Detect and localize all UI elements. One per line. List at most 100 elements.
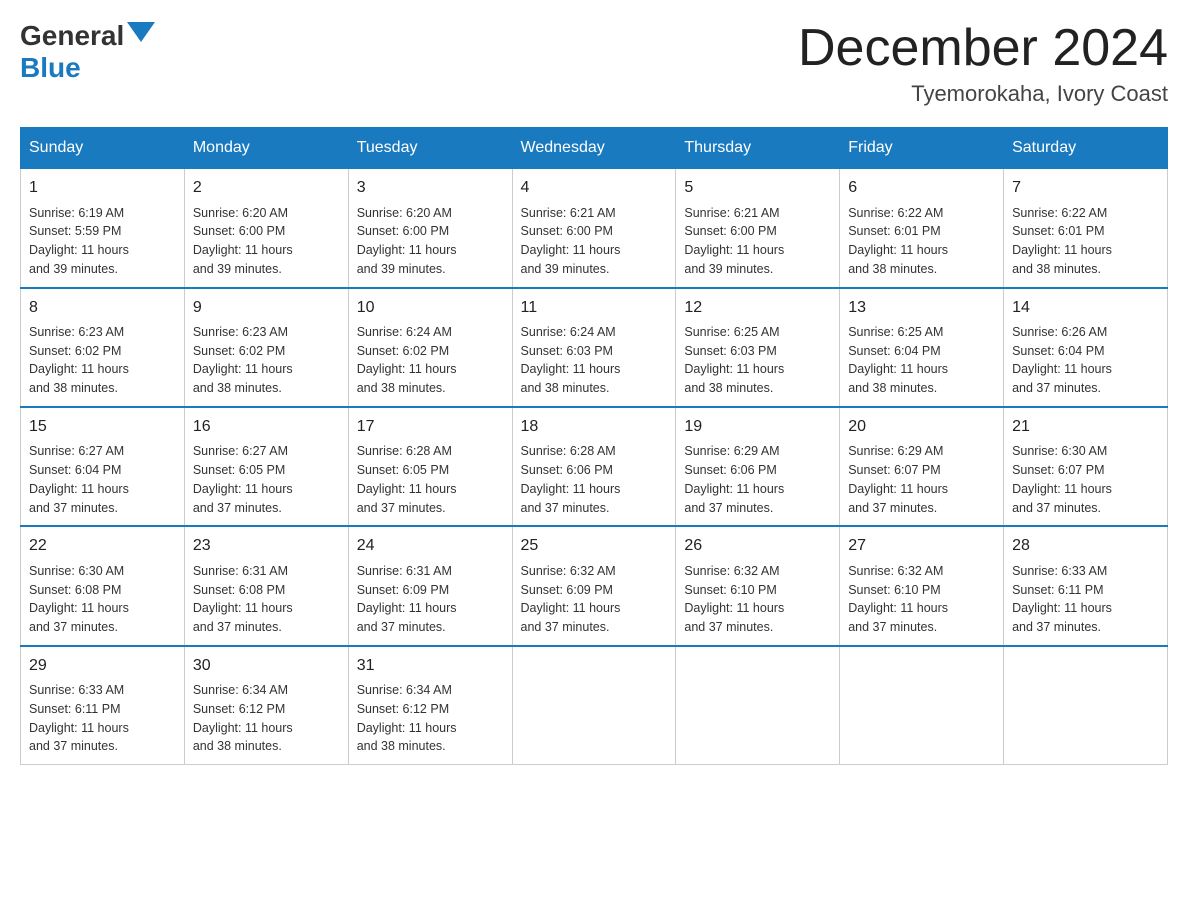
day-number: 5 <box>684 177 831 199</box>
day-number: 25 <box>521 535 668 557</box>
day-number: 23 <box>193 535 340 557</box>
day-info: Sunrise: 6:25 AMSunset: 6:04 PMDaylight:… <box>848 323 995 398</box>
day-info: Sunrise: 6:21 AMSunset: 6:00 PMDaylight:… <box>521 204 668 279</box>
day-number: 19 <box>684 416 831 438</box>
logo-arrow-icon <box>127 22 155 42</box>
calendar-cell: 21Sunrise: 6:30 AMSunset: 6:07 PMDayligh… <box>1004 407 1168 526</box>
day-info: Sunrise: 6:19 AMSunset: 5:59 PMDaylight:… <box>29 204 176 279</box>
day-number: 28 <box>1012 535 1159 557</box>
day-number: 31 <box>357 655 504 677</box>
day-info: Sunrise: 6:29 AMSunset: 6:06 PMDaylight:… <box>684 442 831 517</box>
calendar-cell: 27 Sunrise: 6:32 AMSunset: 6:10 PMDayligh… <box>840 526 1004 645</box>
day-info: Sunrise: 6:32 AMSunset: 6:10 PMDaylight:… <box>848 562 995 637</box>
calendar-cell: 31Sunrise: 6:34 AMSunset: 6:12 PMDayligh… <box>348 646 512 765</box>
day-info: Sunrise: 6:22 AMSunset: 6:01 PMDaylight:… <box>1012 204 1159 279</box>
day-info: Sunrise: 6:26 AMSunset: 6:04 PMDaylight:… <box>1012 323 1159 398</box>
weekday-header-saturday: Saturday <box>1004 128 1168 168</box>
calendar-cell: 1 Sunrise: 6:19 AMSunset: 5:59 PMDaylight… <box>21 168 185 287</box>
calendar-cell: 3 Sunrise: 6:20 AMSunset: 6:00 PMDaylight… <box>348 168 512 287</box>
calendar-cell: 30 Sunrise: 6:34 AMSunset: 6:12 PMDayligh… <box>184 646 348 765</box>
calendar-cell: 10Sunrise: 6:24 AMSunset: 6:02 PMDayligh… <box>348 288 512 407</box>
calendar-cell: 14 Sunrise: 6:26 AMSunset: 6:04 PMDayligh… <box>1004 288 1168 407</box>
day-number: 22 <box>29 535 176 557</box>
calendar-cell: 6 Sunrise: 6:22 AMSunset: 6:01 PMDaylight… <box>840 168 1004 287</box>
calendar-cell: 17 Sunrise: 6:28 AMSunset: 6:05 PMDayligh… <box>348 407 512 526</box>
day-number: 26 <box>684 535 831 557</box>
day-info: Sunrise: 6:20 AMSunset: 6:00 PMDaylight:… <box>193 204 340 279</box>
day-number: 29 <box>29 655 176 677</box>
day-number: 18 <box>521 416 668 438</box>
calendar-cell: 7 Sunrise: 6:22 AMSunset: 6:01 PMDaylight… <box>1004 168 1168 287</box>
day-info: Sunrise: 6:31 AMSunset: 6:09 PMDaylight:… <box>357 562 504 637</box>
day-info: Sunrise: 6:21 AMSunset: 6:00 PMDaylight:… <box>684 204 831 279</box>
weekday-header-tuesday: Tuesday <box>348 128 512 168</box>
weekday-header-wednesday: Wednesday <box>512 128 676 168</box>
day-number: 10 <box>357 297 504 319</box>
weekday-header-row: SundayMondayTuesdayWednesdayThursdayFrid… <box>21 128 1168 168</box>
day-info: Sunrise: 6:31 AMSunset: 6:08 PMDaylight:… <box>193 562 340 637</box>
calendar-cell: 12 Sunrise: 6:25 AMSunset: 6:03 PMDayligh… <box>676 288 840 407</box>
day-info: Sunrise: 6:23 AMSunset: 6:02 PMDaylight:… <box>29 323 176 398</box>
calendar-cell <box>676 646 840 765</box>
logo-blue-text: Blue <box>20 52 81 83</box>
location-title: Tyemorokaha, Ivory Coast <box>798 81 1168 107</box>
title-section: December 2024 Tyemorokaha, Ivory Coast <box>798 20 1168 107</box>
day-info: Sunrise: 6:27 AMSunset: 6:05 PMDaylight:… <box>193 442 340 517</box>
day-info: Sunrise: 6:22 AMSunset: 6:01 PMDaylight:… <box>848 204 995 279</box>
calendar-cell: 8 Sunrise: 6:23 AMSunset: 6:02 PMDaylight… <box>21 288 185 407</box>
day-info: Sunrise: 6:25 AMSunset: 6:03 PMDaylight:… <box>684 323 831 398</box>
calendar-cell: 22 Sunrise: 6:30 AMSunset: 6:08 PMDayligh… <box>21 526 185 645</box>
day-info: Sunrise: 6:30 AMSunset: 6:07 PMDaylight:… <box>1012 442 1159 517</box>
calendar-week-5: 29 Sunrise: 6:33 AMSunset: 6:11 PMDayligh… <box>21 646 1168 765</box>
day-number: 20 <box>848 416 995 438</box>
calendar-cell <box>1004 646 1168 765</box>
calendar-cell: 5 Sunrise: 6:21 AMSunset: 6:00 PMDaylight… <box>676 168 840 287</box>
weekday-header-monday: Monday <box>184 128 348 168</box>
day-info: Sunrise: 6:23 AMSunset: 6:02 PMDaylight:… <box>193 323 340 398</box>
day-number: 30 <box>193 655 340 677</box>
day-info: Sunrise: 6:27 AMSunset: 6:04 PMDaylight:… <box>29 442 176 517</box>
calendar-cell: 18Sunrise: 6:28 AMSunset: 6:06 PMDayligh… <box>512 407 676 526</box>
calendar-cell: 24Sunrise: 6:31 AMSunset: 6:09 PMDayligh… <box>348 526 512 645</box>
day-info: Sunrise: 6:28 AMSunset: 6:05 PMDaylight:… <box>357 442 504 517</box>
day-number: 17 <box>357 416 504 438</box>
day-number: 11 <box>521 297 668 319</box>
calendar-cell: 19 Sunrise: 6:29 AMSunset: 6:06 PMDayligh… <box>676 407 840 526</box>
day-info: Sunrise: 6:32 AMSunset: 6:09 PMDaylight:… <box>521 562 668 637</box>
calendar-table: SundayMondayTuesdayWednesdayThursdayFrid… <box>20 127 1168 765</box>
day-info: Sunrise: 6:32 AMSunset: 6:10 PMDaylight:… <box>684 562 831 637</box>
calendar-week-3: 15Sunrise: 6:27 AMSunset: 6:04 PMDayligh… <box>21 407 1168 526</box>
day-number: 3 <box>357 177 504 199</box>
day-info: Sunrise: 6:33 AMSunset: 6:11 PMDaylight:… <box>29 681 176 756</box>
calendar-cell: 4Sunrise: 6:21 AMSunset: 6:00 PMDaylight… <box>512 168 676 287</box>
month-title: December 2024 <box>798 20 1168 77</box>
day-info: Sunrise: 6:20 AMSunset: 6:00 PMDaylight:… <box>357 204 504 279</box>
calendar-cell: 25 Sunrise: 6:32 AMSunset: 6:09 PMDayligh… <box>512 526 676 645</box>
day-number: 13 <box>848 297 995 319</box>
logo-general-text: General <box>20 20 124 52</box>
day-number: 6 <box>848 177 995 199</box>
day-number: 14 <box>1012 297 1159 319</box>
calendar-cell: 15Sunrise: 6:27 AMSunset: 6:04 PMDayligh… <box>21 407 185 526</box>
calendar-cell: 2 Sunrise: 6:20 AMSunset: 6:00 PMDaylight… <box>184 168 348 287</box>
day-number: 9 <box>193 297 340 319</box>
day-info: Sunrise: 6:33 AMSunset: 6:11 PMDaylight:… <box>1012 562 1159 637</box>
calendar-cell: 29 Sunrise: 6:33 AMSunset: 6:11 PMDayligh… <box>21 646 185 765</box>
day-info: Sunrise: 6:30 AMSunset: 6:08 PMDaylight:… <box>29 562 176 637</box>
day-number: 7 <box>1012 177 1159 199</box>
day-info: Sunrise: 6:29 AMSunset: 6:07 PMDaylight:… <box>848 442 995 517</box>
day-info: Sunrise: 6:34 AMSunset: 6:12 PMDaylight:… <box>193 681 340 756</box>
day-number: 8 <box>29 297 176 319</box>
day-info: Sunrise: 6:24 AMSunset: 6:03 PMDaylight:… <box>521 323 668 398</box>
calendar-cell: 23 Sunrise: 6:31 AMSunset: 6:08 PMDayligh… <box>184 526 348 645</box>
calendar-week-2: 8 Sunrise: 6:23 AMSunset: 6:02 PMDaylight… <box>21 288 1168 407</box>
calendar-cell: 13 Sunrise: 6:25 AMSunset: 6:04 PMDayligh… <box>840 288 1004 407</box>
day-number: 16 <box>193 416 340 438</box>
day-number: 27 <box>848 535 995 557</box>
day-number: 12 <box>684 297 831 319</box>
calendar-cell: 26 Sunrise: 6:32 AMSunset: 6:10 PMDayligh… <box>676 526 840 645</box>
calendar-cell: 28 Sunrise: 6:33 AMSunset: 6:11 PMDayligh… <box>1004 526 1168 645</box>
day-number: 2 <box>193 177 340 199</box>
calendar-cell <box>840 646 1004 765</box>
day-number: 1 <box>29 177 176 199</box>
